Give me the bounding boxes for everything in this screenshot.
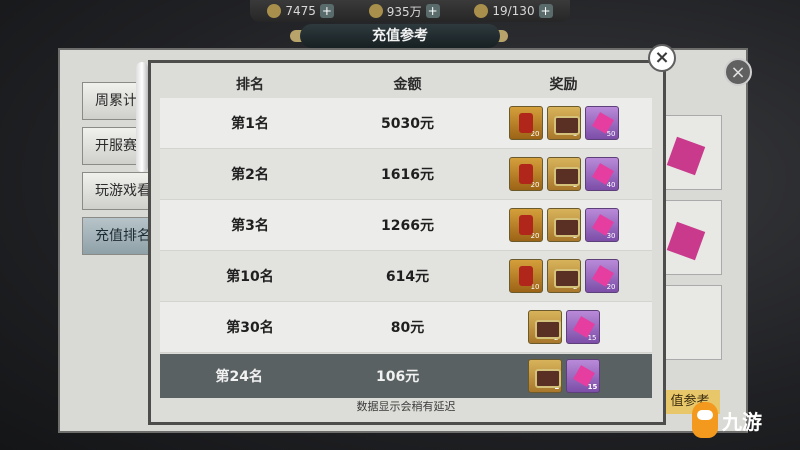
resource-bar: 7475 + 935万 + 19/130 + [250,0,570,22]
resource-silver-value: 7475 [285,4,316,18]
reward-cell: 20 2 30 [475,208,652,242]
chest-reward-icon[interactable]: 2 [546,208,581,242]
gem-icon [666,136,706,176]
chest-reward-icon[interactable]: 2 [546,157,581,191]
reward-quantity: 50 [606,130,616,138]
reward-quantity: 2 [573,232,578,240]
gem-reward-icon[interactable]: 20 [584,259,619,293]
add-gold-button[interactable]: + [425,4,440,18]
gem-reward-icon[interactable]: 50 [584,106,619,140]
table-row: 第30名 80元 2 15 [160,302,652,353]
mascot-icon [692,402,718,438]
reward-quantity: 15 [587,383,598,391]
gold-ingot-icon [368,4,383,18]
armor-reward-icon[interactable]: 10 [508,259,543,293]
my-rank: 第24名 [215,369,263,385]
reward-cell: 10 2 20 [475,259,652,293]
header-reward: 奖励 [549,77,578,93]
rank-cell: 第3名 [231,218,269,234]
reward-quantity: 2 [554,383,560,391]
table-row: 第10名 614元 10 2 20 [160,251,652,302]
gem-reward-icon[interactable]: 15 [566,359,601,393]
reward-cell: 20 3 50 [475,106,652,140]
reward-quantity: 20 [606,283,616,291]
close-icon[interactable]: × [648,44,676,72]
my-rank-row: 第24名 106元 2 15 [160,354,652,398]
my-amount: 106元 [375,369,420,385]
armor-reward-icon[interactable]: 20 [508,106,543,140]
resource-energy: 19/130 + [474,4,553,18]
reward-quantity: 2 [554,334,559,342]
amount-cell: 614元 [385,269,430,285]
logo-text: 九游 [722,409,762,434]
reward-quantity: 2 [573,181,578,189]
resource-silver: 7475 + [267,4,334,18]
reward-quantity: 30 [606,232,616,240]
reward-cell: 20 2 40 [475,157,652,191]
reward-quantity: 40 [606,181,616,189]
reward-quantity: 15 [587,334,597,342]
rank-cell: 第30名 [226,320,274,336]
dialog-title: 充值参考 [300,24,500,48]
chest-reward-icon[interactable]: 3 [546,106,581,140]
table-header: 排名 金额 奖励 [160,70,652,98]
amount-cell: 1266元 [381,218,434,234]
chest-reward-icon[interactable]: 2 [546,259,581,293]
energy-icon [474,4,489,18]
jiuyou-logo: 九游 [692,400,762,440]
gem-reward-icon[interactable]: 15 [565,310,600,344]
rank-cell: 第10名 [226,269,274,285]
gem-reward-icon[interactable]: 40 [584,157,619,191]
reward-quantity: 2 [573,283,578,291]
table-row: 第1名 5030元 20 3 50 [160,98,652,149]
reward-quantity: 20 [530,181,540,189]
background-close-icon[interactable]: × [724,58,752,86]
rank-table: 第1名 5030元 20 3 50 第2名 1616元 20 2 40 第3名 1266元 20 2 30 第… [160,98,652,353]
resource-gold-value: 935万 [386,4,422,19]
background-reward-slot [660,115,722,190]
chest-reward-icon[interactable]: 2 [528,359,563,393]
table-row: 第2名 1616元 20 2 40 [160,149,652,200]
amount-cell: 80元 [390,320,425,336]
rank-cell: 第2名 [231,167,269,183]
my-rewards: 2 15 [477,359,652,393]
reward-quantity: 10 [530,283,540,291]
reward-cell: 2 15 [475,310,652,344]
gem-icon [666,221,706,261]
scroll-rod-decoration [136,62,148,172]
background-reward-slot [660,200,722,275]
gem-reward-icon[interactable]: 30 [584,208,619,242]
reward-quantity: 20 [530,232,540,240]
background-reward-slot [660,285,722,360]
rank-cell: 第1名 [231,116,269,132]
armor-reward-icon[interactable]: 20 [508,208,543,242]
header-amount: 金额 [393,77,422,93]
reward-quantity: 20 [530,130,540,138]
table-row: 第3名 1266元 20 2 30 [160,200,652,251]
reward-quantity: 3 [573,130,578,138]
resource-gold: 935万 + [368,3,440,20]
add-energy-button[interactable]: + [538,4,553,18]
header-rank: 排名 [236,77,264,93]
silver-ingot-icon [267,4,282,18]
amount-cell: 1616元 [381,167,434,183]
background-reward-column [660,90,725,390]
chest-reward-icon[interactable]: 2 [527,310,562,344]
add-silver-button[interactable]: + [319,4,334,18]
delay-notice: 数据显示会稍有延迟 [356,400,456,413]
resource-energy-value: 19/130 [492,4,535,18]
amount-cell: 5030元 [381,116,434,132]
armor-reward-icon[interactable]: 20 [508,157,543,191]
